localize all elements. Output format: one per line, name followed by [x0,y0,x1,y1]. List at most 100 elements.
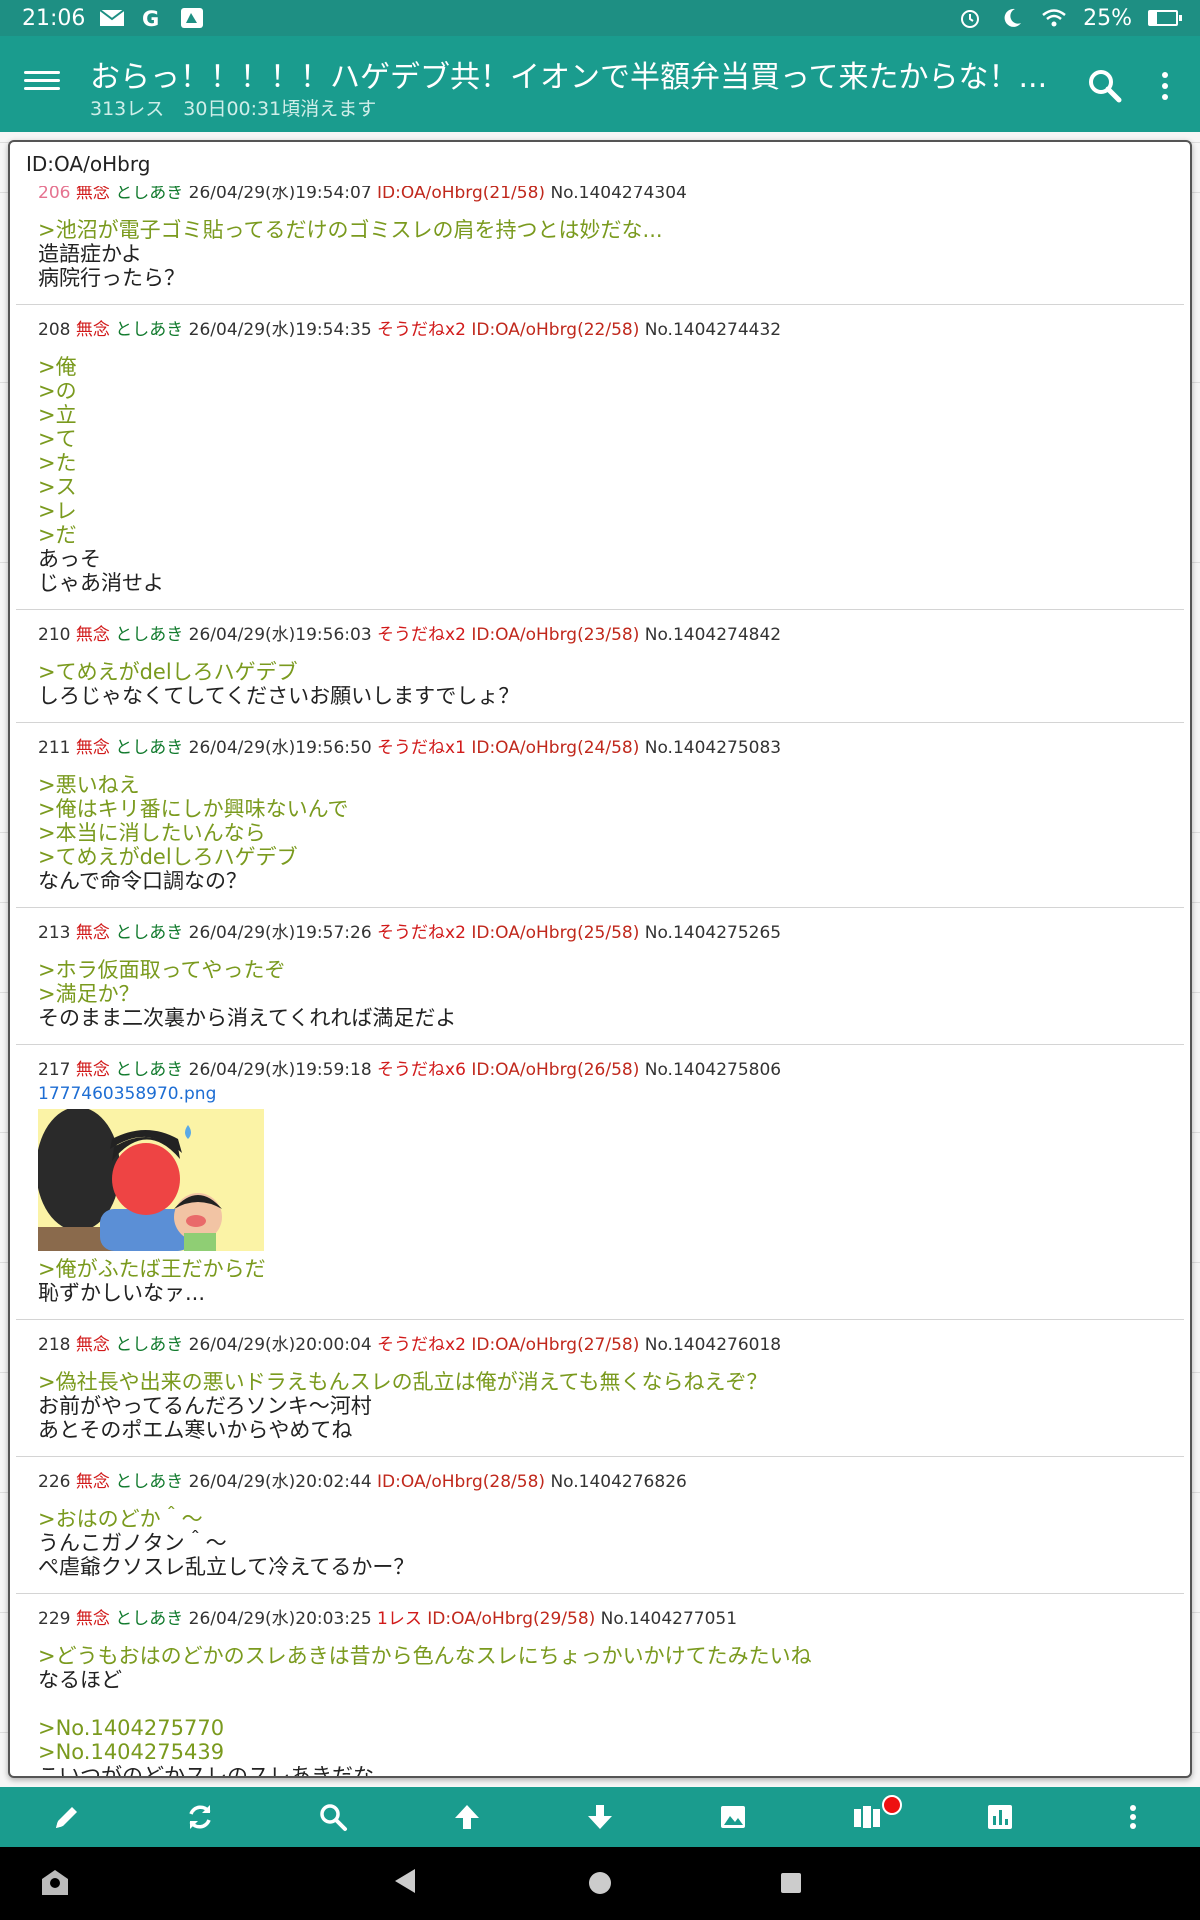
thread-subtitle: 313レス 30日00:31頃消えます [90,98,377,120]
post-item[interactable]: 208 無念 としあき 26/04/29(水)19:54:35 そうだねx2 I… [16,304,1184,609]
text-line: なんで命令口調なの？ [38,869,247,893]
scroll-top-button[interactable] [400,1787,533,1847]
compose-button[interactable] [0,1787,133,1847]
search-button[interactable] [267,1787,400,1847]
post-number[interactable]: 213 [38,923,70,943]
attachment-link[interactable]: 1777460358970.png [38,1083,1168,1105]
soudane-button[interactable]: そうだねx6 [377,1060,466,1080]
post-number[interactable]: 218 [38,1335,70,1355]
moon-icon [1004,8,1022,27]
app-bar: おらっ！！！！！ハゲデブ共！イオンで半額弁当買って来たからな！... 313レス… [0,36,1200,132]
post-item[interactable]: 211 無念 としあき 26/04/29(水)19:56:50 そうだねx1 I… [16,722,1184,907]
post-no[interactable]: No.1404274432 [645,320,781,340]
menu-icon[interactable] [22,66,62,102]
post-item[interactable]: 218 無念 としあき 26/04/29(水)20:00:04 そうだねx2 I… [16,1319,1184,1456]
post-label: 無念 [75,923,110,943]
post-date: 26/04/29(水)19:54:35 [188,320,372,340]
post-meta: 226 無念 としあき 26/04/29(水)20:02:44 ID:OA/oH… [38,1469,1168,1495]
post-date: 26/04/29(水)19:54:07 [188,186,372,203]
text-line: じゃあ消せよ [38,571,164,595]
soudane-button[interactable]: 1レス [377,1609,422,1629]
soudane-button[interactable]: そうだねx2 [377,923,466,943]
wifi-icon [1042,9,1066,27]
post-id[interactable]: ID:OA/oHbrg(25/58) [471,923,639,943]
post-date: 26/04/29(水)19:57:26 [188,923,372,943]
post-no[interactable]: No.1404274304 [550,186,686,203]
post-number[interactable]: 210 [38,625,70,645]
post-id[interactable]: ID:OA/oHbrg(28/58) [377,1472,545,1492]
post-list[interactable]: 206 無念 としあき 26/04/29(水)19:54:07 ID:OA/oH… [10,186,1190,1776]
post-date: 26/04/29(水)19:59:18 [188,1060,372,1080]
stats-button[interactable] [933,1787,1066,1847]
post-item[interactable]: 213 無念 としあき 26/04/29(水)19:57:26 そうだねx2 I… [16,907,1184,1044]
text-line: なるほど [38,1668,122,1692]
post-id[interactable]: ID:OA/oHbrg(23/58) [471,625,639,645]
post-number[interactable]: 211 [38,738,70,758]
id-filter-popup[interactable]: ID:OA/oHbrg 206 無念 としあき 26/04/29(水)19:54… [8,140,1192,1778]
post-name: としあき [115,738,184,758]
post-no[interactable]: No.1404276018 [645,1335,781,1355]
pencil-icon [55,1807,77,1828]
post-id[interactable]: ID:OA/oHbrg(24/58) [471,738,639,758]
post-date: 26/04/29(水)20:03:25 [188,1609,372,1629]
quote-line: >ホラ仮面取ってやったぞ [38,958,286,982]
home-icon[interactable] [589,1872,611,1894]
attachment-thumbnail[interactable] [36,1107,264,1251]
post-name: としあき [115,1472,184,1492]
post-item[interactable]: 210 無念 としあき 26/04/29(水)19:56:03 そうだねx2 I… [16,609,1184,722]
alarm-icon [961,10,980,28]
quote-line: >悪いねえ [38,773,140,797]
post-name: としあき [115,923,184,943]
text-line: そのまま二次裏から消えてくれれば満足だよ [38,1006,457,1030]
post-meta: 217 無念 としあき 26/04/29(水)19:59:18 そうだねx6 I… [38,1057,1168,1083]
quote-line[interactable]: >No.1404275770 [38,1716,1168,1740]
post-no[interactable]: No.1404275806 [645,1060,781,1080]
post-body: >池沼が電子ゴミ貼ってるだけのゴミスレの肩を持つとは妙だな... 造語症かよ 病院行… [38,218,1168,290]
soudane-button[interactable]: そうだねx2 [377,1335,466,1355]
post-name: としあき [115,186,184,203]
post-item[interactable]: 226 無念 としあき 26/04/29(水)20:02:44 ID:OA/oH… [16,1456,1184,1593]
post-no[interactable]: No.1404275265 [645,923,781,943]
system-nav-bar [0,1847,1200,1920]
more-vert-icon[interactable] [1155,66,1175,106]
scroll-bottom-button[interactable] [533,1787,666,1847]
back-icon[interactable] [395,1869,415,1893]
post-no[interactable]: No.1404277051 [601,1609,737,1629]
image-list-button[interactable] [667,1787,800,1847]
quote-line[interactable]: >No.1404275439 [38,1740,1168,1764]
post-number[interactable]: 206 [38,186,70,203]
soudane-button[interactable]: そうだねx1 [377,738,466,758]
post-no[interactable]: No.1404276826 [550,1472,686,1492]
post-id[interactable]: ID:OA/oHbrg(29/58) [427,1609,595,1629]
toolbar-more-button[interactable] [1067,1787,1200,1847]
post-name: としあき [115,1609,184,1629]
post-id[interactable]: ID:OA/oHbrg(22/58) [471,320,639,340]
soudane-button[interactable]: そうだねx2 [377,320,466,340]
post-body: >俺がふたば王だからだ 恥ずかしいなァ... [38,1257,1168,1305]
post-number[interactable]: 208 [38,320,70,340]
post-id[interactable]: ID:OA/oHbrg(21/58) [377,186,545,203]
search-icon[interactable] [1085,66,1125,106]
post-no[interactable]: No.1404275083 [645,738,781,758]
post-item[interactable]: 229 無念 としあき 26/04/29(水)20:03:25 1レス ID:O… [16,1593,1184,1776]
post-item[interactable]: 206 無念 としあき 26/04/29(水)19:54:07 ID:OA/oH… [16,186,1184,304]
soudane-button[interactable]: そうだねx2 [377,625,466,645]
quote-line: >俺はキリ番にしか興味ないんで [38,797,349,821]
catalog-button[interactable] [800,1787,933,1847]
refresh-button[interactable] [133,1787,266,1847]
post-number[interactable]: 217 [38,1060,70,1080]
quote-line: >立 [38,403,77,427]
post-body: >偽社長や出来の悪いドラえもんスレの乱立は俺が消えても無くならねえぞ？ お前がやっ… [38,1370,1168,1442]
post-id[interactable]: ID:OA/oHbrg(27/58) [471,1335,639,1355]
post-number[interactable]: 229 [38,1609,70,1629]
post-meta: 206 無念 としあき 26/04/29(水)19:54:07 ID:OA/oH… [38,186,1168,206]
recents-icon[interactable] [781,1873,801,1893]
post-item[interactable]: 217 無念 としあき 26/04/29(水)19:59:18 そうだねx6 I… [16,1044,1184,1319]
post-id[interactable]: ID:OA/oHbrg(26/58) [471,1060,639,1080]
post-no[interactable]: No.1404274842 [645,625,781,645]
post-number[interactable]: 226 [38,1472,70,1492]
google-icon: G [142,7,159,29]
post-name: としあき [115,1335,184,1355]
text-line: 病院行ったら？ [38,266,185,290]
accessibility-icon[interactable] [38,1865,72,1899]
